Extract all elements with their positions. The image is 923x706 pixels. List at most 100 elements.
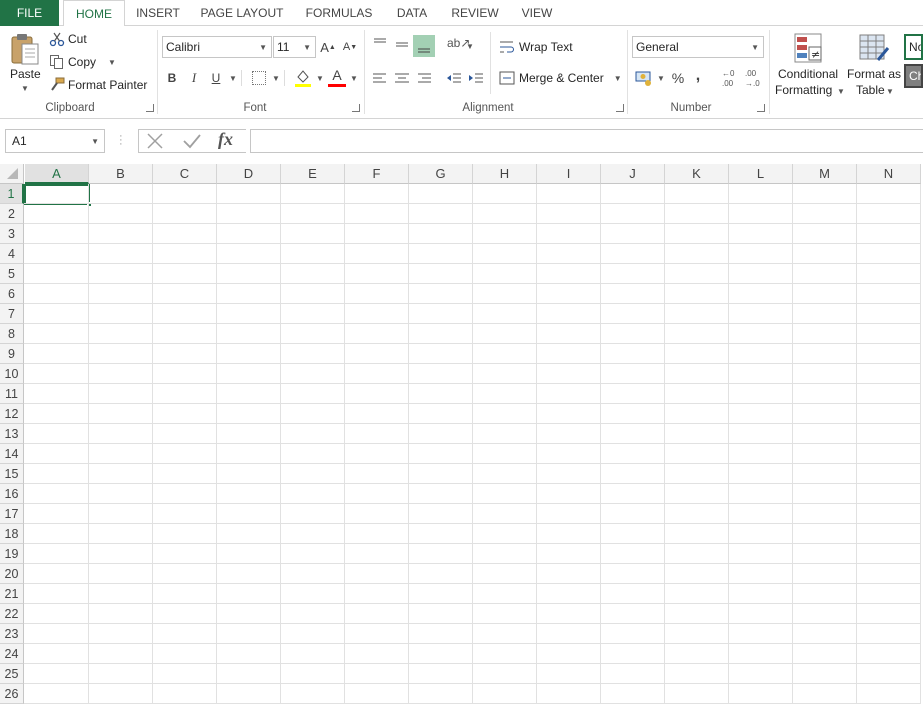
font-size-select[interactable]: 11 ▼ (273, 36, 316, 58)
column-header-a[interactable]: A (25, 164, 89, 184)
column-header-f[interactable]: F (345, 164, 409, 184)
increase-font-size-icon[interactable]: A ▲ (320, 38, 336, 56)
row-header-17[interactable]: 17 (0, 504, 24, 524)
number-launcher-icon[interactable] (757, 104, 765, 112)
format-painter-button[interactable]: Format Painter (49, 76, 147, 94)
decrease-font-size-icon[interactable]: A ▼ (342, 38, 358, 56)
middle-align-icon[interactable] (394, 36, 410, 52)
percent-style-icon[interactable]: % (670, 69, 686, 87)
enter-icon[interactable] (182, 133, 202, 149)
tab-view[interactable]: VIEW (516, 0, 558, 26)
borders-icon[interactable] (252, 71, 266, 85)
comma-style-icon[interactable]: , (692, 67, 704, 85)
row-header-4[interactable]: 4 (0, 244, 24, 264)
column-header-g[interactable]: G (409, 164, 473, 184)
row-header-23[interactable]: 23 (0, 624, 24, 644)
decrease-indent-icon[interactable] (446, 70, 462, 86)
chevron-down-icon[interactable]: ▼ (350, 74, 358, 83)
row-header-8[interactable]: 8 (0, 324, 24, 344)
row-header-14[interactable]: 14 (0, 444, 24, 464)
row-header-20[interactable]: 20 (0, 564, 24, 584)
active-cell[interactable] (24, 184, 92, 207)
tab-page-layout[interactable]: PAGE LAYOUT (197, 0, 287, 26)
row-header-13[interactable]: 13 (0, 424, 24, 444)
tab-home[interactable]: HOME (63, 0, 125, 27)
row-header-6[interactable]: 6 (0, 284, 24, 304)
row-header-2[interactable]: 2 (0, 204, 24, 224)
chevron-down-icon[interactable]: ▼ (466, 42, 474, 51)
row-header-5[interactable]: 5 (0, 264, 24, 284)
chevron-down-icon[interactable]: ▼ (657, 74, 665, 83)
increase-indent-icon[interactable] (468, 70, 484, 86)
clipboard-launcher-icon[interactable] (146, 104, 154, 112)
increase-decimal-icon[interactable]: ←0.00 (722, 68, 740, 88)
chevron-down-icon[interactable]: ▼ (229, 74, 237, 83)
row-header-1[interactable]: 1 (0, 184, 24, 204)
row-header-19[interactable]: 19 (0, 544, 24, 564)
wrap-text-button[interactable]: Wrap Text (499, 38, 573, 56)
tab-file[interactable]: FILE (0, 0, 59, 26)
align-right-icon[interactable] (416, 70, 432, 86)
align-left-icon[interactable] (372, 70, 388, 86)
row-header-3[interactable]: 3 (0, 224, 24, 244)
column-header-j[interactable]: J (601, 164, 665, 184)
row-header-24[interactable]: 24 (0, 644, 24, 664)
paste-button[interactable]: Paste ▼ (8, 32, 44, 93)
fill-color-icon[interactable] (294, 68, 312, 88)
font-color-icon[interactable]: A (328, 68, 346, 88)
chevron-down-icon[interactable]: ▼ (272, 74, 280, 83)
tab-insert[interactable]: INSERT (133, 0, 183, 26)
copy-button[interactable]: Copy ▼ (49, 53, 116, 71)
row-header-21[interactable]: 21 (0, 584, 24, 604)
column-header-n[interactable]: N (857, 164, 921, 184)
chevron-down-icon[interactable]: ▼ (316, 74, 324, 83)
align-center-icon[interactable] (394, 70, 410, 86)
cut-button[interactable]: Cut (49, 30, 87, 48)
orientation-icon[interactable]: ab↗ (447, 36, 470, 52)
row-header-18[interactable]: 18 (0, 524, 24, 544)
select-all-button[interactable] (0, 164, 24, 184)
row-header-15[interactable]: 15 (0, 464, 24, 484)
column-header-b[interactable]: B (89, 164, 153, 184)
cell-style-normal[interactable]: No (904, 34, 923, 60)
decrease-decimal-icon[interactable]: .00 →.0 (745, 68, 763, 88)
row-header-9[interactable]: 9 (0, 344, 24, 364)
font-launcher-icon[interactable] (352, 104, 360, 112)
row-header-22[interactable]: 22 (0, 604, 24, 624)
alignment-launcher-icon[interactable] (616, 104, 624, 112)
cancel-icon[interactable] (146, 133, 164, 149)
row-header-12[interactable]: 12 (0, 404, 24, 424)
row-header-7[interactable]: 7 (0, 304, 24, 324)
bold-icon[interactable]: B (165, 68, 179, 88)
tab-review[interactable]: REVIEW (447, 0, 503, 26)
bottom-align-icon[interactable] (413, 35, 435, 57)
row-header-11[interactable]: 11 (0, 384, 24, 404)
column-header-c[interactable]: C (153, 164, 217, 184)
italic-icon[interactable]: I (187, 68, 201, 88)
column-header-i[interactable]: I (537, 164, 601, 184)
column-header-m[interactable]: M (793, 164, 857, 184)
column-header-l[interactable]: L (729, 164, 793, 184)
cell-style-check[interactable]: Ch (904, 64, 923, 88)
row-header-10[interactable]: 10 (0, 364, 24, 384)
row-header-16[interactable]: 16 (0, 484, 24, 504)
font-name-select[interactable]: Calibri ▼ (162, 36, 272, 58)
top-align-icon[interactable] (372, 36, 388, 52)
accounting-format-icon[interactable] (635, 69, 655, 87)
tab-data[interactable]: DATA (390, 0, 434, 26)
column-header-e[interactable]: E (281, 164, 345, 184)
column-header-d[interactable]: D (217, 164, 281, 184)
number-format-select[interactable]: General ▼ (632, 36, 764, 58)
format-as-table-button[interactable]: Format as Table ▼ (845, 30, 903, 100)
row-header-26[interactable]: 26 (0, 684, 24, 704)
row-header-25[interactable]: 25 (0, 664, 24, 684)
conditional-formatting-button[interactable]: ≠ Conditional Formatting ▼ (774, 30, 845, 100)
column-header-k[interactable]: K (665, 164, 729, 184)
tab-formulas[interactable]: FORMULAS (300, 0, 378, 26)
name-box[interactable]: A1 ▼ (5, 129, 105, 153)
formula-input[interactable] (250, 129, 923, 153)
column-header-h[interactable]: H (473, 164, 537, 184)
underline-icon[interactable]: U (209, 68, 223, 88)
merge-center-button[interactable]: Merge & Center ▼ (499, 69, 622, 87)
insert-function-icon[interactable]: fx (218, 129, 233, 150)
